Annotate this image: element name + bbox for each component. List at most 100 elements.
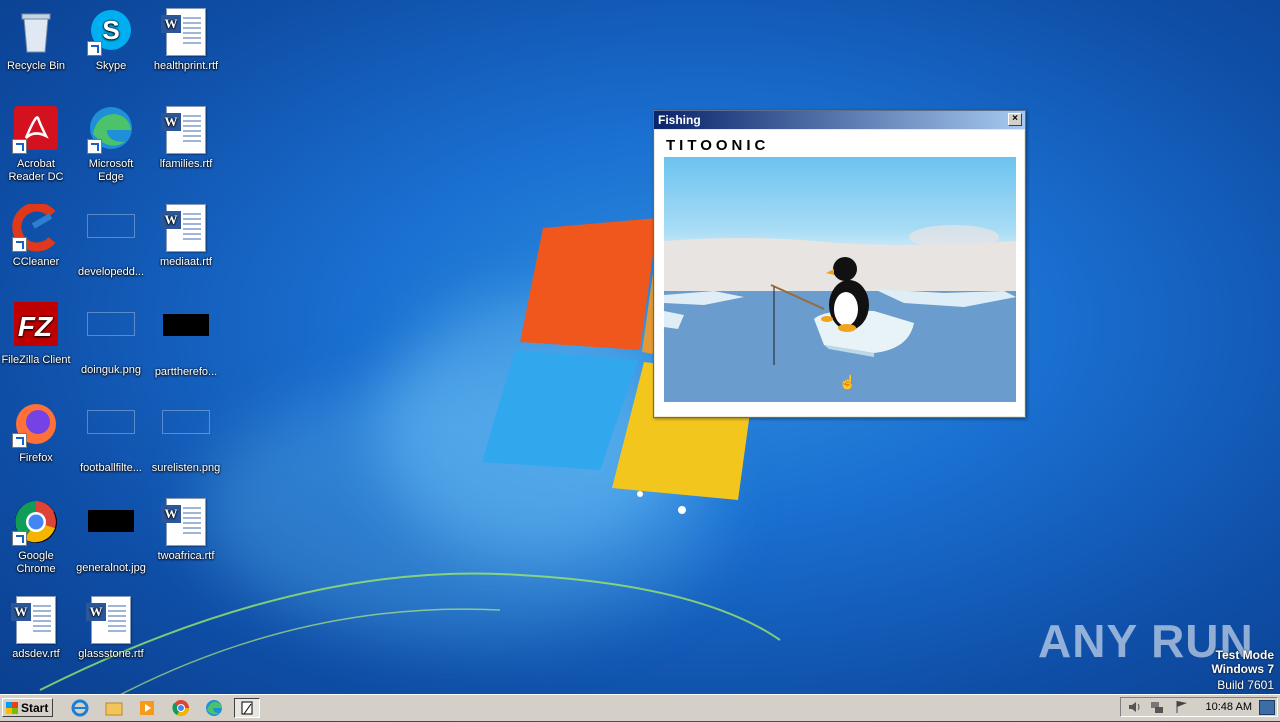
build-label: Build 7601 [1217, 678, 1274, 692]
desktop-icon-footballfilte[interactable]: footballfilte... [75, 400, 147, 475]
desktop-icon-label: parttherefo... [154, 366, 218, 378]
desktop-icon-healthprint[interactable]: W healthprint.rtf [150, 8, 222, 73]
desktop-icon-mediaat[interactable]: W mediaat.rtf [150, 204, 222, 269]
desktop-icon-developedd[interactable]: developedd... [75, 204, 147, 279]
network-icon[interactable] [1151, 702, 1163, 713]
shortcut-arrow-icon [87, 41, 102, 56]
taskbar-fishing-window-button[interactable] [234, 698, 260, 718]
chrome-icon [172, 700, 190, 717]
volume-icon[interactable] [1129, 702, 1140, 712]
desktop-icon-acrobat[interactable]: Acrobat Reader DC [0, 106, 72, 184]
desktop-icon-glassstone[interactable]: W glassstone.rtf [75, 596, 147, 661]
desktop-icon-surelisten[interactable]: surelisten.png [150, 400, 222, 475]
taskbar-chrome-button[interactable] [168, 698, 194, 718]
image-icon [87, 410, 135, 458]
start-button[interactable]: Start [2, 698, 53, 717]
show-desktop-button[interactable] [1259, 700, 1275, 715]
desktop-icon-label: surelisten.png [151, 462, 221, 474]
recycle-bin-icon [12, 8, 60, 56]
svg-text:S: S [102, 15, 119, 45]
action-center-flag-icon[interactable] [1176, 701, 1187, 713]
desktop-icon-parttherefo[interactable]: parttherefo... [150, 302, 222, 379]
desktop-icon-label: developedd... [77, 266, 145, 278]
window-client: TITOONIC ☝ [655, 130, 1024, 416]
taskbar-clock[interactable]: 10:48 AM [1206, 701, 1252, 713]
taskbar-edge-button[interactable] [201, 698, 227, 718]
window-titlebar[interactable]: Fishing × [654, 111, 1025, 129]
desktop-icon-label: Microsoft Edge [88, 158, 134, 183]
desktop-icon-label: healthprint.rtf [153, 60, 219, 72]
shortcut-arrow-icon [12, 237, 27, 252]
firefox-icon [12, 400, 60, 448]
close-button[interactable]: × [1008, 113, 1022, 126]
rtf-file-icon: W [161, 204, 210, 252]
test-mode-label: Test Mode [1215, 648, 1274, 662]
fishing-game-canvas[interactable]: ☝ [664, 157, 1016, 402]
rtf-file-icon: W [161, 498, 210, 546]
taskbar-media-player-button[interactable] [134, 698, 160, 718]
edge-icon [206, 700, 222, 716]
edge-icon [87, 106, 135, 154]
system-tray: 10:48 AM [1120, 697, 1278, 717]
desktop-icon-label: generalnot.jpg [76, 562, 146, 574]
rtf-file-icon: W [161, 8, 210, 56]
desktop-icon-label: footballfilte... [80, 462, 142, 474]
desktop-icon-recycle-bin[interactable]: Recycle Bin [0, 8, 72, 73]
desktop-icon-filezilla[interactable]: FZ FileZilla Client [0, 302, 72, 367]
desktop-icon-label: doinguk.png [81, 364, 141, 376]
desktop-icon-label: CCleaner [12, 256, 60, 268]
taskbar-explorer-button[interactable] [101, 698, 127, 718]
image-icon [87, 312, 135, 360]
explorer-icon [105, 702, 123, 716]
shortcut-arrow-icon [12, 531, 27, 546]
desktop-icon-label: adsdev.rtf [12, 648, 60, 660]
taskbar: Start 10:48 AM [0, 694, 1280, 721]
file-icon [87, 214, 135, 262]
desktop-icon-label: Google Chrome [16, 550, 56, 575]
desktop-icon-edge[interactable]: Microsoft Edge [75, 106, 147, 184]
brand-logo: TITOONIC [666, 137, 770, 154]
rtf-file-icon: W [86, 596, 135, 644]
shortcut-arrow-icon [12, 433, 27, 448]
media-player-icon [140, 701, 154, 715]
taskbar-ie-button[interactable] [67, 698, 93, 718]
ie-icon [71, 699, 89, 717]
windows-flag-icon [6, 702, 18, 714]
desktop-icon-chrome[interactable]: Google Chrome [0, 498, 72, 576]
desktop-icon-label: Recycle Bin [6, 60, 66, 72]
close-icon: × [1012, 113, 1018, 124]
svg-text:FZ: FZ [18, 311, 53, 342]
chrome-icon [12, 498, 60, 546]
filezilla-icon: FZ [12, 302, 60, 350]
acrobat-icon [12, 106, 60, 154]
skype-icon: S [87, 8, 135, 56]
desktop-icon-label: Acrobat Reader DC [8, 158, 64, 183]
desktop-icon-twoafrica[interactable]: W twoafrica.rtf [150, 498, 222, 563]
desktop-icon-skype[interactable]: S Skype [75, 8, 147, 73]
shortcut-arrow-icon [12, 139, 27, 154]
rtf-file-icon: W [161, 106, 210, 154]
fishing-window-icon [241, 701, 253, 715]
desktop-icon-label: Firefox [19, 452, 53, 464]
desktop-icon-firefox[interactable]: Firefox [0, 400, 72, 465]
desktop-icon-lfamilies[interactable]: W lfamilies.rtf [150, 106, 222, 171]
desktop-icon-label: twoafrica.rtf [157, 550, 215, 562]
hand-cursor-icon: ☝ [839, 373, 856, 391]
desktop-icon-label: FileZilla Client [1, 354, 71, 366]
os-name-label: Windows 7 [1211, 662, 1274, 676]
fishing-window[interactable]: Fishing × TITOONIC ☝ [653, 110, 1026, 418]
image-icon [87, 510, 135, 558]
image-icon [162, 410, 210, 458]
desktop-icon-label: mediaat.rtf [160, 256, 212, 268]
start-label: Start [21, 701, 49, 715]
desktop-icon-label: Skype [95, 60, 127, 72]
desktop-icon-generalnot[interactable]: generalnot.jpg [75, 498, 147, 575]
image-icon [162, 314, 210, 362]
ccleaner-icon [12, 202, 60, 252]
desktop-icon-adsdev[interactable]: W adsdev.rtf [0, 596, 72, 661]
desktop-icon-ccleaner[interactable]: CCleaner [0, 202, 72, 269]
desktop-icon-doinguk[interactable]: doinguk.png [75, 302, 147, 377]
shortcut-arrow-icon [87, 139, 102, 154]
desktop-icon-label: lfamilies.rtf [159, 158, 213, 170]
desktop-icon-label: glassstone.rtf [78, 648, 144, 660]
